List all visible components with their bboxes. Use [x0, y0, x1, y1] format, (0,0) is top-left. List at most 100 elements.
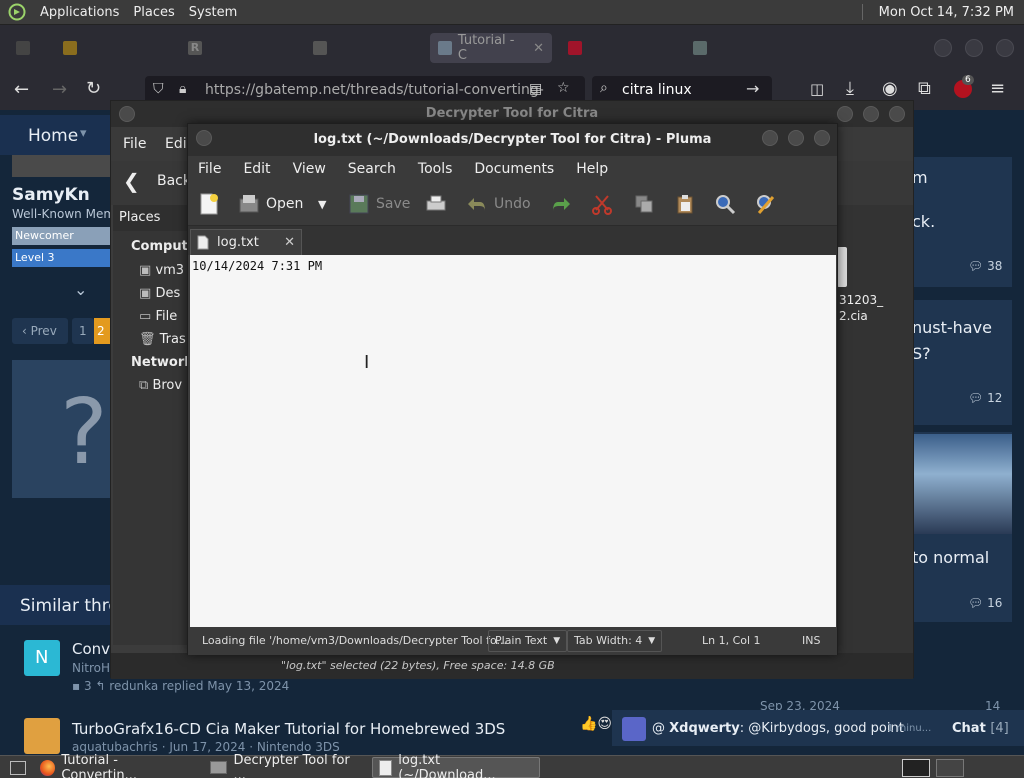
- menu-file[interactable]: File: [198, 161, 221, 177]
- menu-edit[interactable]: Edit: [243, 161, 270, 177]
- language-selector[interactable]: Plain Text ▼: [488, 630, 568, 652]
- nav-home-link[interactable]: Home: [28, 126, 78, 146]
- lock-icon[interactable]: 🔒︎: [179, 81, 186, 97]
- window-menu-button[interactable]: [119, 106, 135, 122]
- tab-favicon-icon: [438, 41, 452, 55]
- text-cursor-icon: I: [364, 352, 370, 373]
- menu-view[interactable]: View: [293, 161, 326, 177]
- extensions-icon[interactable]: ⧉: [918, 78, 931, 99]
- minimize-button[interactable]: [837, 106, 853, 122]
- account-icon[interactable]: ◉: [882, 78, 898, 99]
- menu-tools[interactable]: Tools: [418, 161, 453, 177]
- sidebar-item-home[interactable]: ▣ vm3: [139, 263, 184, 278]
- maximize-button[interactable]: [788, 130, 804, 146]
- menu-help[interactable]: Help: [576, 161, 608, 177]
- file-icon[interactable]: [837, 247, 847, 287]
- search-go-arrow-icon[interactable]: →: [746, 79, 759, 98]
- back-button[interactable]: Back: [157, 173, 191, 189]
- chat-button[interactable]: Chat [4]: [952, 721, 1009, 736]
- menu-search[interactable]: Search: [348, 161, 396, 177]
- user-name[interactable]: SamyKn: [12, 185, 90, 205]
- browser-tab[interactable]: [55, 33, 175, 63]
- search-input[interactable]: citra linux: [622, 82, 692, 98]
- page-number-current[interactable]: 2: [94, 318, 110, 344]
- sidebar-item-browse-network[interactable]: ⧉ Brov: [139, 378, 182, 393]
- file-name[interactable]: 2.cia: [839, 309, 868, 323]
- nav-home-chevron-icon[interactable]: ▾: [80, 126, 87, 141]
- sidebar-item-filesystem[interactable]: ▭ File: [139, 309, 177, 324]
- close-window-button[interactable]: [814, 130, 830, 146]
- places-menu[interactable]: Places: [133, 5, 174, 20]
- thread-avatar[interactable]: [24, 718, 60, 754]
- show-desktop-button[interactable]: [4, 757, 32, 778]
- minimize-button[interactable]: [934, 39, 952, 57]
- browser-tab[interactable]: R: [180, 33, 300, 63]
- close-window-button[interactable]: [996, 39, 1014, 57]
- workspace-icon: [902, 758, 930, 777]
- document-tab[interactable]: log.txt ✕: [190, 229, 302, 255]
- thread-author[interactable]: NitroH: [72, 661, 110, 675]
- browser-tab-active[interactable]: Tutorial - C ✕: [430, 33, 552, 63]
- thread-title[interactable]: TurboGrafx16-CD Cia Maker Tutorial for H…: [72, 720, 505, 738]
- system-menu[interactable]: System: [189, 5, 237, 20]
- cut-button[interactable]: [591, 192, 613, 216]
- paste-button[interactable]: [674, 192, 696, 216]
- expand-chevron-icon[interactable]: ⌄: [74, 280, 87, 299]
- open-dropdown-chevron-icon[interactable]: ▼: [318, 192, 326, 216]
- chat-avatar[interactable]: [622, 717, 646, 741]
- thread-thumbnail[interactable]: [912, 434, 1012, 534]
- tab-close-icon[interactable]: ✕: [284, 235, 295, 250]
- forward-arrow-icon[interactable]: →: [52, 79, 67, 100]
- reader-view-icon[interactable]: ▤: [529, 81, 542, 97]
- browser-tab[interactable]: [8, 33, 44, 63]
- sidebar-places-header[interactable]: Places: [113, 205, 189, 231]
- menu-file[interactable]: File: [123, 136, 146, 152]
- show-desktop-icon: [10, 760, 26, 775]
- taskbar-item-browser[interactable]: Tutorial - Convertin...: [34, 753, 198, 778]
- menu-documents[interactable]: Documents: [474, 161, 554, 177]
- back-arrow-icon[interactable]: ❮: [123, 169, 140, 193]
- save-button[interactable]: Save: [348, 192, 410, 216]
- page-number-button[interactable]: 1: [72, 318, 94, 344]
- clock[interactable]: Mon Oct 14, 7:32 PM: [879, 5, 1014, 20]
- hamburger-menu-icon[interactable]: ≡: [990, 78, 1005, 99]
- redo-button[interactable]: [550, 192, 572, 216]
- print-button[interactable]: [425, 192, 447, 216]
- taskbar-item-file-manager[interactable]: Decrypter Tool for ...: [204, 753, 368, 778]
- prev-page-button[interactable]: ‹ Prev: [12, 318, 68, 344]
- shield-icon[interactable]: ⛉: [153, 81, 164, 97]
- applications-menu[interactable]: Applications: [40, 5, 119, 20]
- thread-avatar[interactable]: N: [24, 640, 60, 676]
- taskbar-item-editor[interactable]: log.txt (~/Download...: [372, 753, 540, 778]
- browser-tab[interactable]: [305, 33, 425, 63]
- file-name[interactable]: 31203_: [839, 293, 883, 307]
- sidebar-item-trash[interactable]: 🗑︎ Tras: [139, 332, 186, 347]
- tab-favicon-icon: [568, 41, 582, 55]
- window-menu-button[interactable]: [196, 130, 212, 146]
- panel-separator: [861, 4, 863, 20]
- copy-button[interactable]: [633, 192, 655, 216]
- pocket-icon[interactable]: ◫: [810, 80, 824, 98]
- maximize-button[interactable]: [965, 39, 983, 57]
- minimize-button[interactable]: [762, 130, 778, 146]
- sidebar-item-desktop[interactable]: ▣ Des: [139, 286, 180, 301]
- close-window-button[interactable]: [889, 106, 905, 122]
- workspace-switcher[interactable]: [930, 757, 970, 778]
- text-area[interactable]: 10/14/2024 7:31 PM I: [190, 255, 836, 627]
- mate-logo-icon[interactable]: [8, 3, 26, 21]
- bookmark-star-icon[interactable]: ☆: [557, 80, 570, 96]
- reload-icon[interactable]: ↻: [86, 78, 101, 99]
- back-arrow-icon[interactable]: ←: [14, 79, 29, 100]
- find-button[interactable]: [714, 192, 736, 216]
- download-icon[interactable]: ⤓: [846, 78, 854, 99]
- maximize-button[interactable]: [863, 106, 879, 122]
- undo-button[interactable]: Undo: [466, 192, 531, 216]
- document-content: 10/14/2024 7:31 PM: [192, 259, 323, 273]
- browser-tab[interactable]: [560, 33, 680, 63]
- tab-width-selector[interactable]: Tab Width: 4 ▼: [567, 630, 663, 652]
- find-replace-button[interactable]: [755, 192, 777, 216]
- tab-close-icon[interactable]: ✕: [533, 41, 544, 56]
- browser-tab[interactable]: [685, 33, 805, 63]
- new-document-button[interactable]: [198, 192, 220, 216]
- open-button[interactable]: Open: [238, 192, 303, 216]
